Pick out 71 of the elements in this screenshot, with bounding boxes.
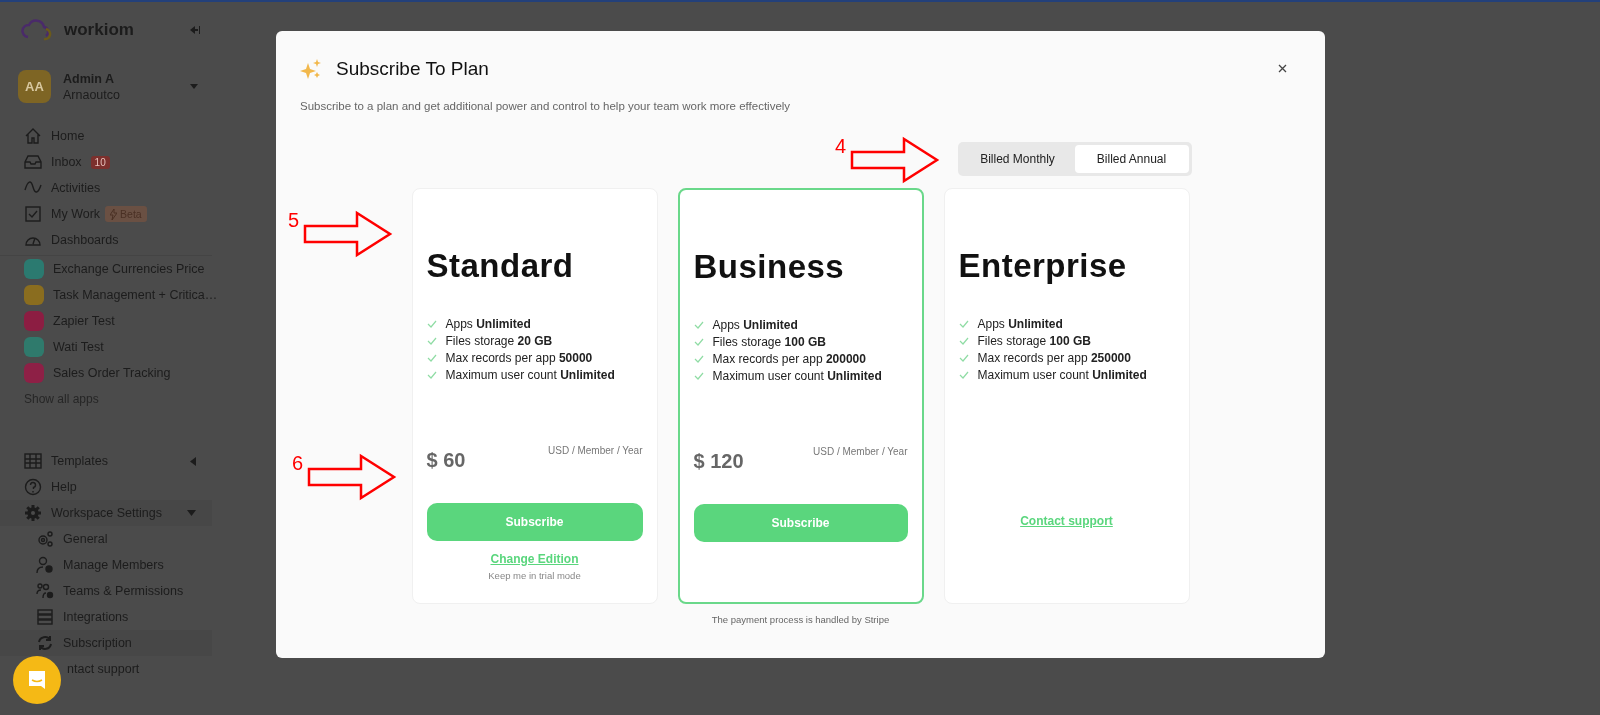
check-icon	[426, 337, 437, 345]
feature-text: Maximum user count Unlimited	[977, 368, 1147, 382]
check-icon	[426, 320, 437, 328]
gear-icon	[24, 504, 42, 522]
trial-mode-link[interactable]: Keep me in trial mode	[488, 570, 581, 581]
price-unit: USD / Member / Year	[548, 445, 643, 456]
annotation-number: 5	[288, 210, 300, 230]
checkbox-icon	[24, 205, 42, 223]
feature-text: Apps Unlimited	[977, 317, 1063, 331]
feature-text: Max records per app 200000	[712, 352, 866, 366]
help-icon	[24, 478, 42, 496]
list-icon	[36, 608, 54, 626]
inbox-icon	[24, 153, 42, 171]
plan-name: Business	[693, 248, 846, 286]
arrow-icon	[307, 453, 398, 501]
chat-button[interactable]	[13, 656, 61, 704]
cloud-logo-icon	[20, 19, 54, 41]
feature-text: Files storage 100 GB	[712, 335, 826, 349]
dialog-subtitle: Subscribe to a plan and get additional power and control to help your team work more effectively	[300, 100, 792, 112]
sparkle-icon	[300, 57, 322, 80]
plan-card[interactable]: Enterprise Apps Unlimited Files storage 100 GB Max records per app 250000 Maximum user count Unlimited Contact support	[943, 188, 1190, 604]
check-icon	[958, 320, 969, 328]
count-badge: 10	[90, 155, 110, 169]
check-icon	[693, 355, 704, 363]
feature-text: Maximum user count Unlimited	[445, 368, 615, 382]
check-icon	[693, 321, 704, 329]
check-icon	[958, 354, 969, 362]
feature-text: Apps Unlimited	[712, 318, 798, 332]
feature-text: Max records per app 250000	[977, 351, 1131, 365]
user-gear-icon	[36, 556, 54, 574]
subscribe-button[interactable]: Subscribe	[693, 504, 908, 542]
billing-option[interactable]: Billed Annual	[1074, 145, 1189, 173]
feature-text: Maximum user count Unlimited	[712, 369, 882, 383]
arrow-icon	[303, 210, 394, 258]
subscribe-button[interactable]: Subscribe	[426, 503, 643, 541]
feature-text: Files storage 20 GB	[445, 334, 553, 348]
caret-icon	[190, 456, 196, 466]
plan-card[interactable]: Business Apps Unlimited Files storage 100 GB Max records per app 200000 Maximum user count Unlimited $ 120 USD / Member / Year Subscribe	[677, 188, 924, 604]
chat-icon	[26, 669, 48, 691]
price: $ 60	[426, 449, 466, 472]
price-unit: USD / Member / Year	[813, 446, 908, 457]
sync-icon	[36, 634, 54, 652]
feature-text: Apps Unlimited	[445, 317, 531, 331]
check-icon	[693, 372, 704, 380]
plan-name: Standard	[426, 247, 575, 285]
billing-option[interactable]: Billed Monthly	[960, 145, 1075, 173]
annotation-number: 6	[292, 453, 304, 473]
check-icon	[958, 337, 969, 345]
check-icon	[958, 371, 969, 379]
home-icon	[24, 127, 42, 145]
link[interactable]: Change Edition	[490, 552, 579, 566]
plan-card[interactable]: Standard Apps Unlimited Files storage 20 GB Max records per app 50000 Maximum user count Unlimited $ 60 USD / Member / Year Subscribe Change Edition Keep me in trial mode	[411, 188, 658, 604]
price: $ 120	[693, 450, 744, 473]
check-icon	[426, 354, 437, 362]
caret-icon	[187, 510, 196, 516]
grid-icon	[24, 452, 42, 470]
payment-note: The payment process is handled by Stripe	[711, 614, 890, 625]
lightning-icon	[110, 208, 118, 220]
plan-name: Enterprise	[958, 247, 1128, 285]
gears-icon	[36, 530, 54, 548]
team-gear-icon	[36, 582, 54, 600]
link[interactable]: Contact support	[1020, 514, 1113, 528]
annotation-number: 4	[835, 136, 847, 156]
dialog-title: Subscribe To Plan	[336, 57, 489, 80]
check-icon	[426, 371, 437, 379]
avatar[interactable]: AA	[18, 70, 51, 103]
arrow-icon	[850, 136, 941, 184]
close-icon	[1278, 64, 1287, 73]
feature-text: Max records per app 50000	[445, 351, 593, 365]
check-icon	[693, 338, 704, 346]
feature-text: Files storage 100 GB	[977, 334, 1091, 348]
